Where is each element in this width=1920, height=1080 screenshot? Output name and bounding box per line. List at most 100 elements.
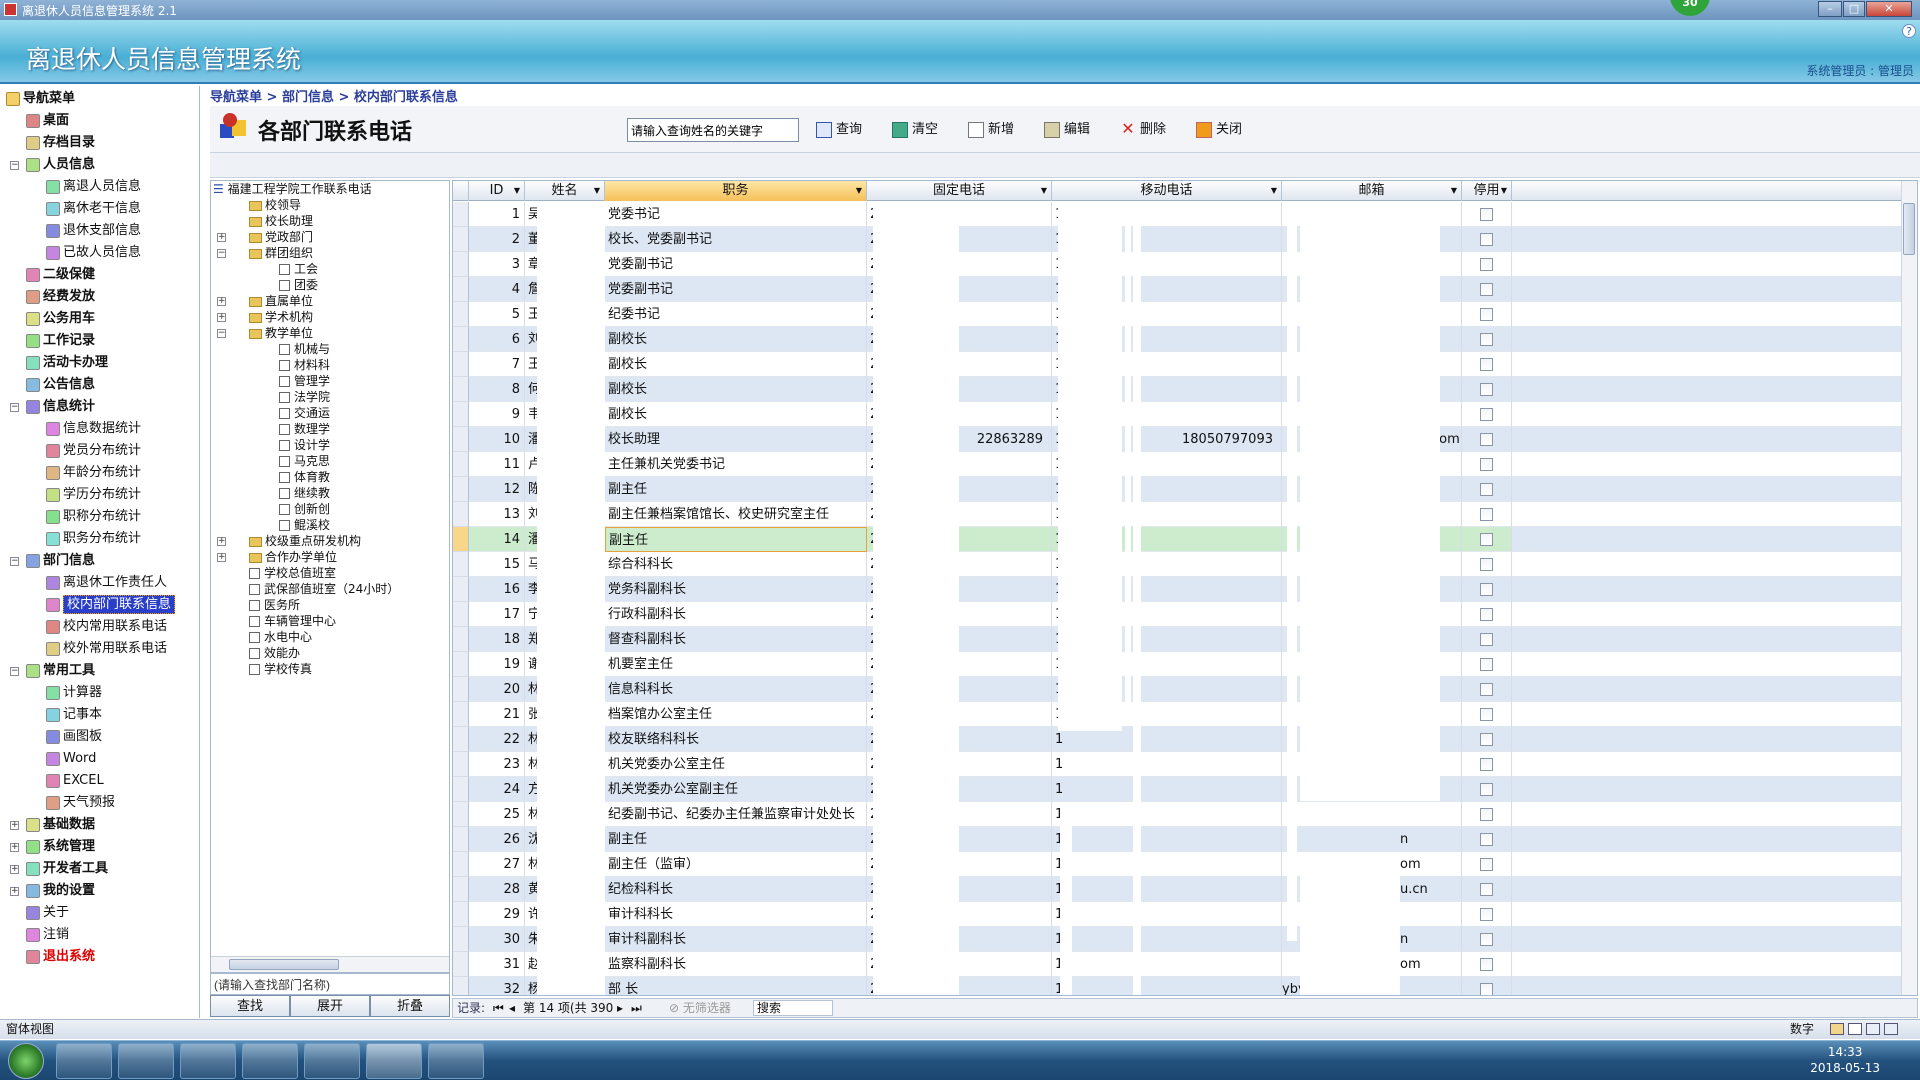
cell-disabled[interactable] [1462, 202, 1512, 227]
row-selector[interactable] [453, 977, 469, 995]
help-icon[interactable]: ? [1902, 24, 1916, 38]
disabled-checkbox[interactable] [1480, 933, 1493, 946]
cell-disabled[interactable] [1462, 702, 1512, 727]
cell-disabled[interactable] [1462, 802, 1512, 827]
dept-item[interactable]: 武保部值班室（24小时） [249, 581, 399, 597]
dept-item[interactable]: 法学院 [279, 389, 330, 405]
vertical-scrollbar[interactable] [1901, 181, 1917, 995]
column-header-job[interactable]: 职务 ▼ [605, 181, 867, 201]
table-row[interactable]: 15马综合科科长21n [453, 552, 1917, 577]
cell-id[interactable]: 24 [469, 777, 525, 802]
cell-mobile[interactable]: 1 [1052, 752, 1282, 777]
row-selector[interactable] [453, 227, 469, 252]
column-header-phone[interactable]: 固定电话 ▼ [867, 181, 1052, 201]
cell-job[interactable]: 行政科副科长 [605, 602, 867, 627]
cell-mobile[interactable]: 1 [1052, 977, 1282, 995]
cell-id[interactable]: 21 [469, 702, 525, 727]
disabled-checkbox[interactable] [1480, 783, 1493, 796]
cell-id[interactable]: 3 [469, 252, 525, 277]
cell-id[interactable]: 27 [469, 852, 525, 877]
row-selector[interactable] [453, 552, 469, 577]
datasheet-view-icon[interactable] [1848, 1023, 1862, 1035]
cell-disabled[interactable] [1462, 477, 1512, 502]
expand-toggle-icon[interactable]: − [10, 557, 19, 566]
cell-disabled[interactable] [1462, 927, 1512, 952]
cell-job[interactable]: 档案馆办公室主任 [605, 702, 867, 727]
taskbar-explorer[interactable] [118, 1043, 174, 1079]
design-view-icon[interactable] [1884, 1023, 1898, 1035]
cell-mobile[interactable]: 1 [1052, 927, 1282, 952]
cell-mobile[interactable]: 1 [1052, 902, 1282, 927]
nav-item-4[interactable]: 离休老干信息 [46, 198, 141, 220]
row-selector[interactable] [453, 277, 469, 302]
dept-item[interactable]: 教学单位 [249, 325, 313, 341]
find-button[interactable]: 查找 [210, 995, 290, 1017]
disabled-checkbox[interactable] [1480, 583, 1493, 596]
close-window-button[interactable]: ✕ [1866, 1, 1912, 17]
dept-item[interactable]: 群团组织 [249, 245, 313, 261]
taskbar-app-5[interactable] [304, 1043, 360, 1079]
dept-item[interactable]: 创新创 [279, 501, 330, 517]
cell-disabled[interactable] [1462, 777, 1512, 802]
table-row[interactable]: 10潘校长助理222863289118050797093mail.com [453, 427, 1917, 452]
row-selector[interactable] [453, 752, 469, 777]
dept-item[interactable]: 体育教 [279, 469, 330, 485]
expand-toggle-icon[interactable]: − [10, 403, 19, 412]
cell-id[interactable]: 32 [469, 977, 525, 995]
clear-button[interactable]: 清空 [890, 118, 938, 142]
table-row[interactable]: 1吴党委书记21 [453, 202, 1917, 227]
row-selector[interactable] [453, 827, 469, 852]
cell-job[interactable]: 部 长 [605, 977, 867, 995]
row-selector[interactable] [453, 527, 469, 552]
cell-mobile[interactable]: 1 [1052, 777, 1282, 802]
cell-disabled[interactable] [1462, 327, 1512, 352]
expand-toggle-icon[interactable]: + [217, 313, 226, 322]
nav-item-36[interactable]: 关于 [26, 902, 69, 924]
cell-job[interactable]: 副主任 [605, 477, 867, 502]
cell-mobile[interactable]: 1 [1052, 852, 1282, 877]
table-row[interactable]: 32杨部 长228650901yby@fjut.edu.cn [453, 977, 1917, 995]
table-row[interactable]: 3章党委副书记21cn [453, 252, 1917, 277]
disabled-checkbox[interactable] [1480, 808, 1493, 821]
cell-job[interactable]: 信息科科长 [605, 677, 867, 702]
disabled-checkbox[interactable] [1480, 383, 1493, 396]
nav-item-21[interactable]: 离退休工作责任人 [46, 572, 167, 594]
nav-item-13[interactable]: 信息统计 [26, 396, 95, 418]
row-selector[interactable] [453, 602, 469, 627]
cell-job[interactable]: 主任兼机关党委书记 [605, 452, 867, 477]
disabled-checkbox[interactable] [1480, 358, 1493, 371]
nav-item-22[interactable]: 校内部门联系信息 [46, 594, 176, 616]
cell-id[interactable]: 17 [469, 602, 525, 627]
disabled-checkbox[interactable] [1480, 533, 1493, 546]
cell-job[interactable]: 党委副书记 [605, 277, 867, 302]
row-selector[interactable] [453, 877, 469, 902]
cell-id[interactable]: 19 [469, 652, 525, 677]
nav-item-29[interactable]: Word [46, 748, 96, 770]
table-row[interactable]: 14潘副主任21 [453, 527, 1917, 552]
table-row[interactable]: 27林副主任（监审）21om [453, 852, 1917, 877]
expand-toggle-icon[interactable]: + [10, 821, 19, 830]
expand-toggle-icon[interactable]: − [10, 667, 19, 676]
cell-job[interactable]: 综合科科长 [605, 552, 867, 577]
dept-item[interactable]: 直属单位 [249, 293, 313, 309]
nav-item-0[interactable]: 桌面 [26, 110, 69, 132]
cell-job[interactable]: 校长、党委副书记 [605, 227, 867, 252]
disabled-checkbox[interactable] [1480, 908, 1493, 921]
column-header-dis[interactable]: 停用 ▼ [1462, 181, 1512, 201]
nav-item-34[interactable]: 开发者工具 [26, 858, 108, 880]
dept-item[interactable]: 党政部门 [249, 229, 313, 245]
cell-disabled[interactable] [1462, 952, 1512, 977]
table-row[interactable]: 9韦副校长21 [453, 402, 1917, 427]
cell-disabled[interactable] [1462, 677, 1512, 702]
next-record-button[interactable]: ▸ [617, 999, 623, 1017]
table-row[interactable]: 30朱审计科副科长21n [453, 927, 1917, 952]
cell-disabled[interactable] [1462, 827, 1512, 852]
disabled-checkbox[interactable] [1480, 208, 1493, 221]
expand-toggle-icon[interactable]: + [217, 537, 226, 546]
dept-item[interactable]: 学校传真 [249, 661, 312, 677]
nav-item-25[interactable]: 常用工具 [26, 660, 95, 682]
cell-job[interactable]: 纪检科科长 [605, 877, 867, 902]
query-button[interactable]: 查询 [814, 118, 862, 142]
start-button[interactable] [8, 1043, 44, 1079]
cell-disabled[interactable] [1462, 902, 1512, 927]
